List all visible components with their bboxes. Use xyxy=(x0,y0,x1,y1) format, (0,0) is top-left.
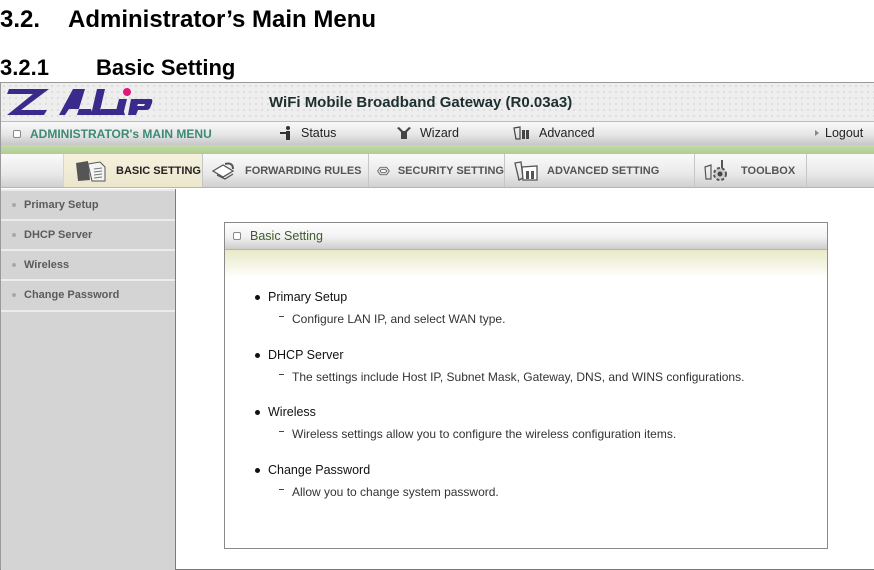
section-number: 3.2. xyxy=(0,6,41,33)
entry-description: The settings include Host IP, Subnet Mas… xyxy=(279,370,744,384)
entry-title: DHCP Server xyxy=(255,348,744,362)
sidebar-item-wireless[interactable]: Wireless xyxy=(1,249,175,279)
tab-toolbox[interactable]: TOOLBOX xyxy=(695,154,807,187)
tab-basic-setting-label: BASIC SETTING xyxy=(116,164,201,177)
bullet-icon xyxy=(255,467,260,473)
tab-security-setting[interactable]: SECURITY SETTING xyxy=(369,154,505,187)
square-bullet-icon xyxy=(233,232,241,240)
entry-dhcp-server: DHCP Server The settings include Host IP… xyxy=(255,348,744,384)
main-menu-label: ADMINISTRATOR's MAIN MENU xyxy=(13,127,212,141)
settings-tab-bar: BASIC SETTING FORWARDING RULES SECURITY … xyxy=(1,154,874,188)
bullet-icon xyxy=(12,293,16,297)
dash-icon xyxy=(279,489,284,490)
tab-advanced-setting[interactable]: ADVANCED SETTING xyxy=(505,154,695,187)
entry-title-text: Primary Setup xyxy=(268,290,348,304)
wizard-icon xyxy=(397,127,411,139)
bullet-icon xyxy=(12,263,16,267)
security-icon xyxy=(377,166,390,175)
entry-description: Configure LAN IP, and select WAN type. xyxy=(279,312,505,326)
logout-label: Logout xyxy=(825,126,864,140)
arrow-right-icon xyxy=(815,130,819,136)
sidebar-item-label: DHCP Server xyxy=(24,229,93,241)
subsection-heading: 3.2.1 Basic Setting xyxy=(0,55,235,81)
square-bullet-icon xyxy=(13,130,21,138)
entry-wireless: Wireless Wireless settings allow you to … xyxy=(255,405,676,441)
accent-bar xyxy=(1,145,874,154)
advanced-setting-icon xyxy=(514,160,538,181)
tab-toolbox-label: TOOLBOX xyxy=(741,164,796,177)
zalip-logo[interactable] xyxy=(7,85,153,122)
menu-advanced[interactable]: Advanced xyxy=(513,126,595,140)
entry-title: Primary Setup xyxy=(255,290,505,304)
folder-icon xyxy=(76,160,106,181)
entry-description: Wireless settings allow you to configure… xyxy=(279,427,676,441)
section-heading: 3.2. Administrator’s Main Menu xyxy=(0,6,376,34)
subsection-number: 3.2.1 xyxy=(0,55,49,80)
menu-status[interactable]: Status xyxy=(279,126,336,140)
sidebar-divider xyxy=(1,310,175,312)
menu-status-label: Status xyxy=(301,126,337,140)
tab-security-setting-label: SECURITY SETTING xyxy=(397,164,504,177)
advanced-icon xyxy=(513,126,529,140)
basic-setting-panel: Basic Setting Primary Setup Configure LA… xyxy=(224,222,828,549)
tab-basic-setting[interactable]: BASIC SETTING xyxy=(63,154,203,187)
sidebar-item-primary-setup[interactable]: Primary Setup xyxy=(1,189,175,219)
sidebar-item-label: Wireless xyxy=(24,259,70,271)
entry-title: Change Password xyxy=(255,463,499,477)
entry-title-text: Change Password xyxy=(268,463,371,477)
main-menu-bar: ADMINISTRATOR's MAIN MENU Status Wizard … xyxy=(1,121,874,145)
dash-icon xyxy=(279,431,284,432)
product-title: WiFi Mobile Broadband Gateway (R0.03a3) xyxy=(269,94,573,111)
bullet-icon xyxy=(12,203,16,207)
main-menu-label-text: ADMINISTRATOR's MAIN MENU xyxy=(30,127,212,141)
tab-advanced-setting-label: ADVANCED SETTING xyxy=(547,164,660,177)
menu-wizard-label: Wizard xyxy=(420,126,459,140)
router-admin-ui: WiFi Mobile Broadband Gateway (R0.03a3) … xyxy=(0,82,874,570)
logout-link[interactable]: Logout xyxy=(815,126,863,140)
bullet-icon xyxy=(255,294,260,300)
status-icon xyxy=(280,126,290,140)
entry-description-text: Wireless settings allow you to configure… xyxy=(292,427,677,441)
forwarding-icon xyxy=(211,162,235,180)
sidebar-item-change-password[interactable]: Change Password xyxy=(1,279,175,309)
entry-primary-setup: Primary Setup Configure LAN IP, and sele… xyxy=(255,290,505,326)
tab-forwarding-rules[interactable]: FORWARDING RULES xyxy=(203,154,369,187)
header-banner: WiFi Mobile Broadband Gateway (R0.03a3) xyxy=(1,83,874,121)
sidebar: Primary Setup DHCP Server Wireless Chang… xyxy=(1,189,176,570)
toolbox-icon xyxy=(704,159,727,181)
sidebar-item-dhcp-server[interactable]: DHCP Server xyxy=(1,219,175,249)
bullet-icon xyxy=(12,233,16,237)
panel-title: Basic Setting xyxy=(250,229,323,243)
panel-header: Basic Setting xyxy=(225,223,827,250)
bullet-icon xyxy=(255,409,260,415)
panel-header-band xyxy=(225,250,827,278)
tab-forwarding-rules-label: FORWARDING RULES xyxy=(245,164,362,177)
entry-title: Wireless xyxy=(255,405,676,419)
sidebar-item-label: Primary Setup xyxy=(24,199,99,211)
entry-title-text: Wireless xyxy=(268,405,316,419)
dash-icon xyxy=(279,316,284,317)
dash-icon xyxy=(279,374,284,375)
entry-description-text: Configure LAN IP, and select WAN type. xyxy=(292,312,506,326)
entry-description-text: The settings include Host IP, Subnet Mas… xyxy=(292,370,745,384)
bullet-icon xyxy=(255,352,260,358)
section-title: Administrator’s Main Menu xyxy=(68,6,377,33)
menu-advanced-label: Advanced xyxy=(539,126,595,140)
subsection-title: Basic Setting xyxy=(96,55,236,80)
entry-description: Allow you to change system password. xyxy=(279,485,499,499)
entry-title-text: DHCP Server xyxy=(268,348,344,362)
menu-wizard[interactable]: Wizard xyxy=(396,126,459,140)
sidebar-item-label: Change Password xyxy=(24,289,120,301)
entry-description-text: Allow you to change system password. xyxy=(292,485,499,499)
entry-change-password: Change Password Allow you to change syst… xyxy=(255,463,499,499)
